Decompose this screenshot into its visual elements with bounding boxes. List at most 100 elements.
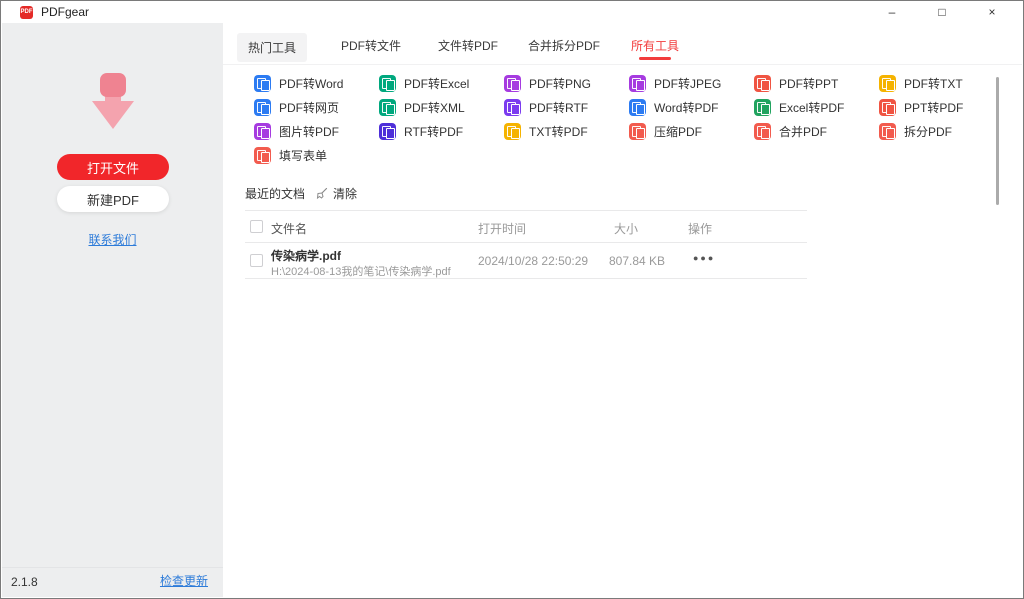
select-all-checkbox[interactable]: [250, 220, 263, 233]
tabs-divider: [223, 64, 1022, 65]
contact-link-row: 联系我们: [2, 231, 223, 249]
close-button[interactable]: ×: [967, 1, 1017, 23]
pdf-to-rtf-icon: [504, 99, 521, 116]
open-file-button[interactable]: 打开文件: [57, 154, 169, 180]
vertical-scrollbar[interactable]: [996, 77, 999, 205]
tool-label: PDF转PPT: [779, 75, 838, 92]
recent-documents-title: 最近的文档: [245, 185, 305, 202]
minimize-button[interactable]: –: [867, 1, 917, 23]
tool-fill-form[interactable]: 填写表单: [254, 143, 379, 167]
tool-label: PDF转Word: [279, 75, 343, 92]
tool-pdf-to-word[interactable]: PDF转Word: [254, 71, 379, 95]
rtf-to-pdf-icon: [379, 123, 396, 140]
tool-ppt-to-pdf[interactable]: PPT转PDF: [879, 95, 1004, 119]
compress-pdf-icon: [629, 123, 646, 140]
tool-label: PDF转XML: [404, 99, 465, 116]
tool-image-to-pdf[interactable]: 图片转PDF: [254, 119, 379, 143]
tab-file-to-pdf[interactable]: 文件转PDF: [438, 37, 498, 54]
tool-pdf-to-rtf[interactable]: PDF转RTF: [504, 95, 629, 119]
split-pdf-icon: [879, 123, 896, 140]
excel-to-pdf-icon: [754, 99, 771, 116]
clear-broom-icon[interactable]: [315, 187, 328, 200]
tool-label: Excel转PDF: [779, 99, 844, 116]
file-opened-time: 2024/10/28 22:50:29: [478, 254, 588, 268]
title-bar: PDF PDFgear – □ ×: [1, 1, 1023, 23]
clear-recent-button[interactable]: 清除: [333, 185, 357, 202]
tool-merge-pdf[interactable]: 合并PDF: [754, 119, 879, 143]
tab-pdf-to-file[interactable]: PDF转文件: [341, 37, 401, 54]
sidebar-footer: 2.1.8 检查更新: [2, 567, 223, 597]
tool-word-to-pdf[interactable]: Word转PDF: [629, 95, 754, 119]
app-logo-icon: PDF: [20, 6, 33, 19]
tool-txt-to-pdf[interactable]: TXT转PDF: [504, 119, 629, 143]
check-update-link[interactable]: 检查更新: [160, 572, 208, 589]
tool-pdf-to-ppt[interactable]: PDF转PPT: [754, 71, 879, 95]
pdf-to-word-icon: [254, 75, 271, 92]
tool-compress-pdf[interactable]: 压缩PDF: [629, 119, 754, 143]
tool-label: TXT转PDF: [529, 123, 588, 140]
tab-all-tools[interactable]: 所有工具: [631, 37, 679, 54]
row-checkbox[interactable]: [250, 254, 263, 267]
ppt-to-pdf-icon: [879, 99, 896, 116]
tab-hot-tools[interactable]: 热门工具: [237, 33, 307, 62]
pdf-to-web-icon: [254, 99, 271, 116]
table-divider-top: [245, 210, 807, 211]
word-to-pdf-icon: [629, 99, 646, 116]
column-header-actions: 操作: [688, 220, 712, 237]
tool-label: 拆分PDF: [904, 123, 952, 140]
file-path: H:\2024-08-13我的笔记\传染病学.pdf: [271, 263, 451, 279]
tool-pdf-to-jpeg[interactable]: PDF转JPEG: [629, 71, 754, 95]
pdf-to-excel-icon: [379, 75, 396, 92]
tools-grid: PDF转Word PDF转Excel PDF转PNG PDF转JPEG PDF转…: [254, 71, 1004, 167]
pdf-to-jpeg-icon: [629, 75, 646, 92]
merge-pdf-icon: [754, 123, 771, 140]
column-header-opened-time: 打开时间: [478, 220, 526, 237]
tool-label: RTF转PDF: [404, 123, 463, 140]
column-header-size: 大小: [614, 220, 638, 237]
tool-label: Word转PDF: [654, 99, 718, 116]
table-divider-header: [245, 242, 807, 243]
contact-us-link[interactable]: 联系我们: [88, 233, 136, 247]
tool-label: 图片转PDF: [279, 123, 339, 140]
column-header-filename: 文件名: [271, 220, 307, 237]
file-name[interactable]: 传染病学.pdf: [271, 247, 341, 264]
tool-pdf-to-txt[interactable]: PDF转TXT: [879, 71, 1004, 95]
sidebar: 打开文件 新建PDF 联系我们 2.1.8 检查更新: [2, 23, 223, 597]
version-label: 2.1.8: [11, 575, 38, 589]
fill-form-icon: [254, 147, 271, 164]
tool-label: PDF转Excel: [404, 75, 469, 92]
recent-documents-header: 最近的文档 清除: [245, 185, 357, 202]
tool-label: PDF转网页: [279, 99, 339, 116]
app-window: PDF PDFgear – □ × 打开文件 新建PDF 联系我们 2.1.8 …: [0, 0, 1024, 599]
maximize-button[interactable]: □: [917, 1, 967, 23]
tool-label: 填写表单: [279, 147, 327, 164]
tool-pdf-to-excel[interactable]: PDF转Excel: [379, 71, 504, 95]
pdf-to-xml-icon: [379, 99, 396, 116]
tool-label: PDF转JPEG: [654, 75, 721, 92]
tool-pdf-to-png[interactable]: PDF转PNG: [504, 71, 629, 95]
window-controls: – □ ×: [867, 1, 1017, 23]
tool-split-pdf[interactable]: 拆分PDF: [879, 119, 1004, 143]
tool-label: PDF转RTF: [529, 99, 588, 116]
tool-pdf-to-web[interactable]: PDF转网页: [254, 95, 379, 119]
tool-excel-to-pdf[interactable]: Excel转PDF: [754, 95, 879, 119]
tool-label: PPT转PDF: [904, 99, 963, 116]
pdf-to-png-icon: [504, 75, 521, 92]
download-arrow-icon: [83, 71, 143, 135]
pdf-to-ppt-icon: [754, 75, 771, 92]
window-title: PDFgear: [41, 5, 89, 19]
txt-to-pdf-icon: [504, 123, 521, 140]
tool-label: PDF转PNG: [529, 75, 591, 92]
tool-rtf-to-pdf[interactable]: RTF转PDF: [379, 119, 504, 143]
row-actions-menu-button[interactable]: ●●●: [693, 253, 715, 263]
active-tab-underline: [639, 57, 671, 60]
tab-merge-split-pdf[interactable]: 合并拆分PDF: [528, 37, 600, 54]
file-size: 807.84 KB: [609, 254, 665, 268]
new-pdf-button[interactable]: 新建PDF: [57, 186, 169, 212]
tool-label: PDF转TXT: [904, 75, 963, 92]
pdf-to-txt-icon: [879, 75, 896, 92]
tool-pdf-to-xml[interactable]: PDF转XML: [379, 95, 504, 119]
tool-label: 合并PDF: [779, 123, 827, 140]
tool-label: 压缩PDF: [654, 123, 702, 140]
image-to-pdf-icon: [254, 123, 271, 140]
